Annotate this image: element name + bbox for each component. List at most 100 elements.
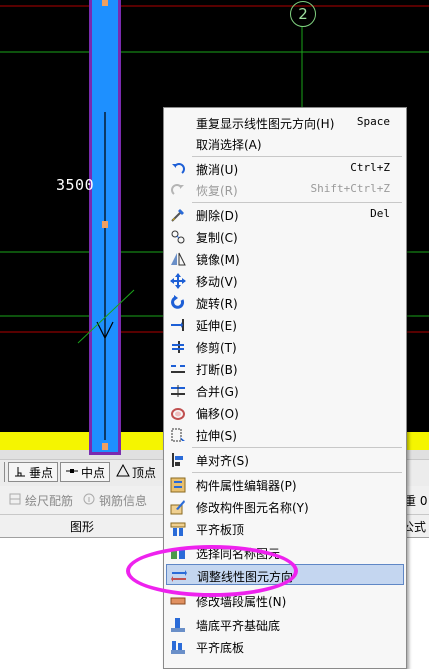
snap-vertex-label: 顶点 (132, 465, 157, 480)
extend-icon (169, 316, 187, 333)
menu-item-label: 修改构件图元名称(Y) (196, 501, 309, 515)
wall-base-align-icon (169, 616, 187, 633)
adjust-direction-icon (170, 567, 188, 584)
snap-midpoint-button[interactable]: 中点 (60, 462, 110, 482)
select-same-name-icon (169, 544, 187, 561)
menu-item-shortcut: Space (356, 115, 390, 128)
menu-item-label: 删除(D) (196, 209, 239, 223)
context-menu: 重复显示线性图元方向(H) Space 取消选择(A) 撤消(U) Ctrl+Z… (163, 107, 407, 669)
rebar-info-button[interactable]: 钢筋信息 (82, 492, 147, 509)
menu-separator (192, 156, 402, 157)
menu-item-single-align[interactable]: 单对齐(S) (166, 449, 404, 470)
menu-item-extend[interactable]: 延伸(E) (166, 314, 404, 335)
mirror-icon (169, 250, 187, 267)
menu-item-undo[interactable]: 撤消(U) Ctrl+Z (166, 158, 404, 179)
menu-item-break[interactable]: 打断(B) (166, 358, 404, 379)
break-icon (169, 360, 187, 377)
menu-item-label: 修剪(T) (196, 341, 237, 355)
menu-item-label: 移动(V) (196, 275, 238, 289)
menu-item-rotate[interactable]: 旋转(R) (166, 292, 404, 313)
snap-perpendicular-button[interactable]: 垂点 (8, 462, 58, 482)
snap-vertex-button[interactable]: 顶点 (112, 462, 162, 482)
menu-item-copy[interactable]: 复制(C) (166, 226, 404, 247)
snap-perpendicular-label: 垂点 (29, 465, 54, 480)
menu-item-stretch[interactable]: 拉伸(S) (166, 424, 404, 445)
menu-separator (192, 447, 402, 448)
rebar-drawing-button[interactable]: 绘尺配筋 (8, 492, 73, 509)
menu-item-shortcut: Shift+Ctrl+Z (310, 182, 390, 195)
menu-item-label: 拉伸(S) (196, 429, 237, 443)
menu-item-label: 复制(C) (196, 231, 238, 245)
trim-icon (169, 338, 187, 355)
menu-item-property-editor[interactable]: 构件属性编辑器(P) (166, 474, 404, 495)
midpoint-snap-icon (65, 464, 79, 481)
snap-midpoint-label: 中点 (81, 465, 106, 480)
property-editor-icon (169, 476, 187, 493)
wall-segment-icon (169, 592, 187, 609)
rebar-drawing-label: 绘尺配筋 (25, 494, 74, 508)
menu-item-label: 调整线性图元方向 (197, 570, 294, 584)
menu-item-label: 墙底平齐基础底 (196, 619, 281, 633)
menu-separator (192, 202, 402, 203)
rotate-icon (169, 294, 187, 311)
toolbar-grip (0, 462, 5, 482)
menu-item-wall-base-align[interactable]: 墙底平齐基础底 (166, 614, 404, 635)
menu-item-offset[interactable]: 偏移(O) (166, 402, 404, 423)
menu-item-select-same-name[interactable]: 选择同名称图元 (166, 542, 404, 563)
menu-item-align-slab-top[interactable]: 平齐板顶 (166, 518, 404, 539)
menu-item-merge[interactable]: 合并(G) (166, 380, 404, 401)
menu-item-label: 平齐底板 (196, 641, 245, 655)
menu-item-delete[interactable]: 删除(D) Del (166, 204, 404, 225)
menu-item-move[interactable]: 移动(V) (166, 270, 404, 291)
rebar-drawing-icon (8, 492, 22, 509)
delete-icon (169, 206, 187, 223)
group-label-graphics: 图形 (70, 520, 95, 534)
menu-separator (192, 472, 402, 473)
menu-item-label: 偏移(O) (196, 407, 239, 421)
menu-item-label: 平齐板顶 (196, 523, 245, 537)
menu-item-label: 旋转(R) (196, 297, 238, 311)
rename-icon (169, 498, 187, 515)
menu-item-label: 修改墙段属性(N) (196, 595, 287, 609)
menu-item-deselect[interactable]: 取消选择(A) (166, 133, 404, 154)
grip-middle[interactable] (102, 221, 108, 228)
menu-item-label: 重复显示线性图元方向(H) (196, 117, 335, 131)
stretch-icon (169, 426, 187, 443)
rebar-info-label: 钢筋信息 (99, 494, 148, 508)
redo-icon (169, 181, 187, 198)
menu-item-label: 取消选择(A) (196, 138, 262, 152)
menu-item-align-bottom-slab[interactable]: 平齐底板 (166, 636, 404, 657)
menu-item-label: 构件属性编辑器(P) (196, 479, 297, 493)
menu-item-label: 单对齐(S) (196, 454, 249, 468)
perpendicular-snap-icon (13, 464, 27, 481)
move-icon (169, 272, 187, 289)
align-icon (169, 451, 187, 468)
menu-item-wall-segment[interactable]: 修改墙段属性(N) (166, 590, 404, 611)
menu-item-trim[interactable]: 修剪(T) (166, 336, 404, 357)
toolbar2-right-text: 重 0 (404, 494, 428, 508)
menu-item-mirror[interactable]: 镜像(M) (166, 248, 404, 269)
menu-item-adjust-direction[interactable]: 调整线性图元方向 (166, 564, 404, 585)
vertex-snap-icon (116, 463, 130, 481)
grip-top[interactable] (102, 0, 108, 6)
axis-bubble: 2 (290, 1, 316, 27)
menu-item-shortcut: Ctrl+Z (350, 161, 390, 174)
grip-bottom[interactable] (102, 443, 108, 450)
merge-icon (169, 382, 187, 399)
menu-item-label: 镜像(M) (196, 253, 240, 267)
menu-item-label: 延伸(E) (196, 319, 237, 333)
rebar-info-icon (82, 492, 96, 509)
menu-item-label: 撤消(U) (196, 163, 239, 177)
menu-item-label: 打断(B) (196, 363, 238, 377)
align-slab-top-icon (169, 520, 187, 537)
menu-item-label: 恢复(R) (196, 184, 238, 198)
offset-icon (169, 404, 187, 421)
align-bottom-slab-icon (169, 638, 187, 655)
menu-item-rename[interactable]: 修改构件图元名称(Y) (166, 496, 404, 517)
undo-icon (169, 160, 187, 177)
dimension-text: 3500 (56, 176, 95, 194)
menu-item-label: 合并(G) (196, 385, 239, 399)
copy-icon (169, 228, 187, 245)
menu-item-repeat-direction[interactable]: 重复显示线性图元方向(H) Space (166, 112, 404, 133)
menu-item-redo[interactable]: 恢复(R) Shift+Ctrl+Z (166, 179, 404, 200)
